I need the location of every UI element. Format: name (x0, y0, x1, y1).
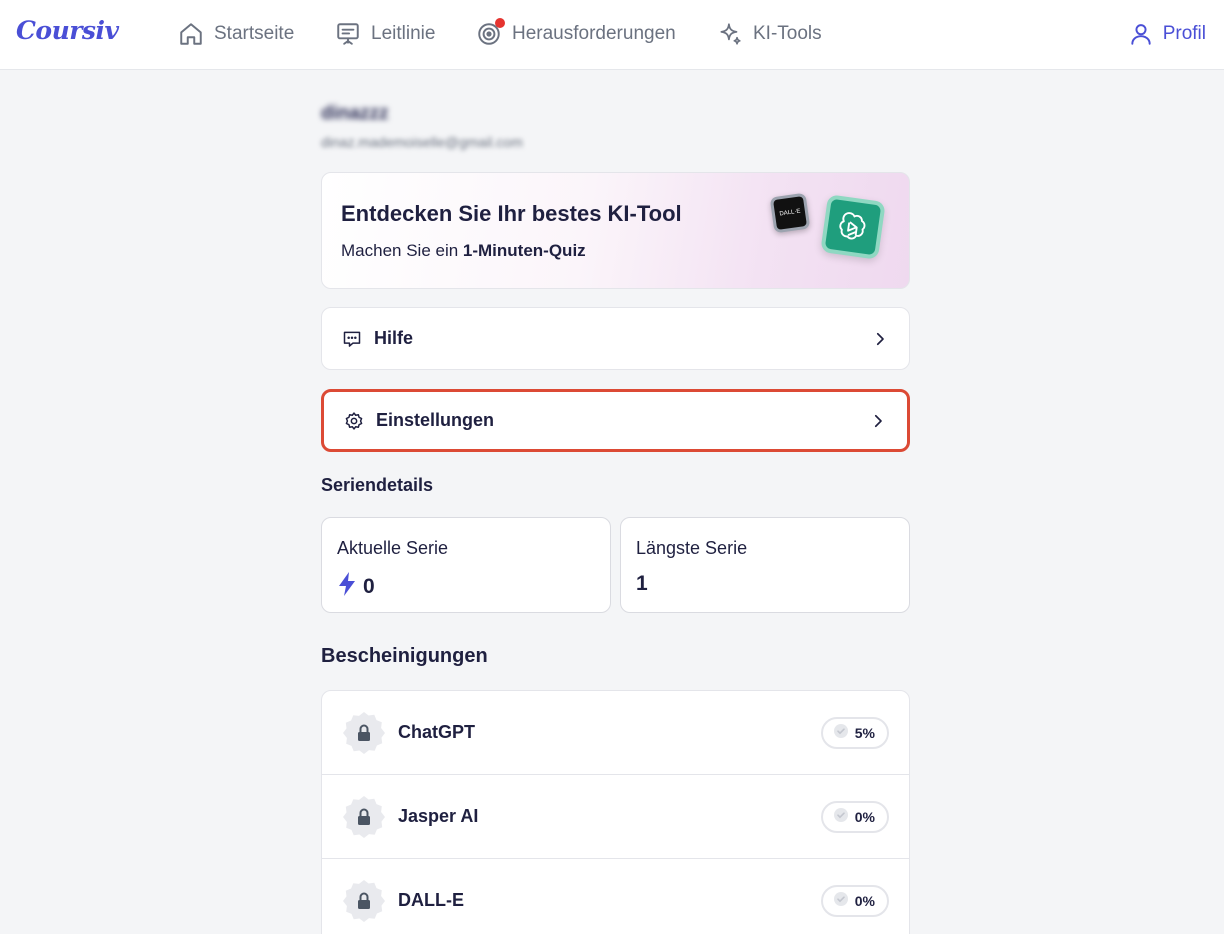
progress-badge: 5% (820, 716, 889, 749)
longest-streak-value: 1 (636, 572, 648, 595)
chat-help-icon (342, 329, 362, 349)
user-email: dinaz.mademoiselle@gmail.com (321, 134, 523, 150)
promo-subtitle: Machen Sie ein 1-Minuten-Quiz (341, 241, 586, 261)
profile-link[interactable]: Profil (1128, 20, 1206, 48)
presentation-icon (335, 21, 361, 47)
chevron-right-icon (871, 330, 889, 348)
locked-seal-icon (342, 795, 386, 839)
nav-item-startseite[interactable]: Startseite (178, 20, 294, 48)
certificates-list: ChatGPT 5% Jasper AI 0% DALL-E 0% (321, 690, 910, 934)
nav-item-ki-tools[interactable]: KI-Tools (717, 20, 822, 48)
dalle-badge-text: DALL·E (779, 208, 801, 218)
top-navigation-bar: Coursiv Startseite Leitlinie Herausforde… (0, 0, 1224, 70)
lightning-icon (337, 572, 357, 602)
home-icon (178, 21, 204, 47)
locked-seal-icon (342, 879, 386, 923)
user-icon (1128, 21, 1154, 47)
gear-icon (344, 411, 364, 431)
nav-label-ki-tools: KI-Tools (753, 23, 822, 44)
progress-badge: 0% (820, 800, 889, 833)
nav-label-startseite: Startseite (214, 23, 295, 44)
check-badge-icon (833, 723, 849, 742)
ai-tool-quiz-banner[interactable]: Entdecken Sie Ihr bestes KI-Tool Machen … (321, 172, 910, 289)
certificate-name: Jasper AI (398, 806, 479, 826)
certificate-row-dall-e[interactable]: DALL-E 0% (322, 859, 909, 934)
help-menu-item[interactable]: Hilfe (321, 307, 910, 370)
current-streak-label: Aktuelle Serie (337, 538, 449, 558)
settings-label: Einstellungen (376, 410, 495, 430)
progress-value: 5% (854, 724, 875, 741)
help-label: Hilfe (374, 328, 414, 348)
chatgpt-logo-icon (820, 194, 886, 260)
nav-label-herausforderungen: Herausforderungen (512, 23, 676, 44)
promo-subtitle-text: Machen Sie ein (341, 241, 463, 260)
nav-item-leitlinie[interactable]: Leitlinie (335, 20, 435, 48)
certificate-row-chatgpt[interactable]: ChatGPT 5% (322, 691, 909, 775)
promo-title: Entdecken Sie Ihr bestes KI-Tool (341, 201, 682, 226)
progress-badge: 0% (820, 884, 889, 917)
settings-menu-item[interactable]: Einstellungen (321, 389, 910, 452)
current-streak-card: Aktuelle Serie 0 (321, 517, 611, 613)
sparkle-icon (717, 21, 743, 47)
progress-value: 0% (854, 892, 875, 909)
profile-label: Profil (1162, 23, 1206, 44)
longest-streak-card: Längste Serie 1 (620, 517, 910, 613)
nav-item-herausforderungen[interactable]: Herausforderungen (476, 18, 676, 48)
locked-seal-icon (342, 711, 386, 755)
coursiv-logo[interactable]: Coursiv (16, 16, 119, 45)
streak-section-title: Seriendetails (321, 475, 434, 495)
longest-streak-label: Längste Serie (636, 538, 748, 558)
certificate-name: ChatGPT (398, 722, 476, 742)
certificate-name: DALL-E (398, 890, 464, 910)
promo-subtitle-bold: 1-Minuten-Quiz (462, 241, 586, 260)
check-badge-icon (833, 807, 849, 826)
certificate-row-jasper-ai[interactable]: Jasper AI 0% (322, 775, 909, 859)
progress-value: 0% (854, 808, 875, 825)
current-streak-number: 0 (363, 575, 375, 598)
certificates-section-title: Bescheinigungen (321, 645, 488, 667)
dalle-logo-icon: DALL·E (769, 192, 811, 234)
check-badge-icon (833, 891, 849, 910)
user-name: dinazzz (321, 103, 389, 124)
notification-dot (495, 18, 505, 28)
nav-label-leitlinie: Leitlinie (371, 23, 436, 44)
current-streak-value: 0 (337, 572, 375, 602)
chevron-right-icon (869, 412, 887, 430)
target-icon (476, 18, 505, 47)
